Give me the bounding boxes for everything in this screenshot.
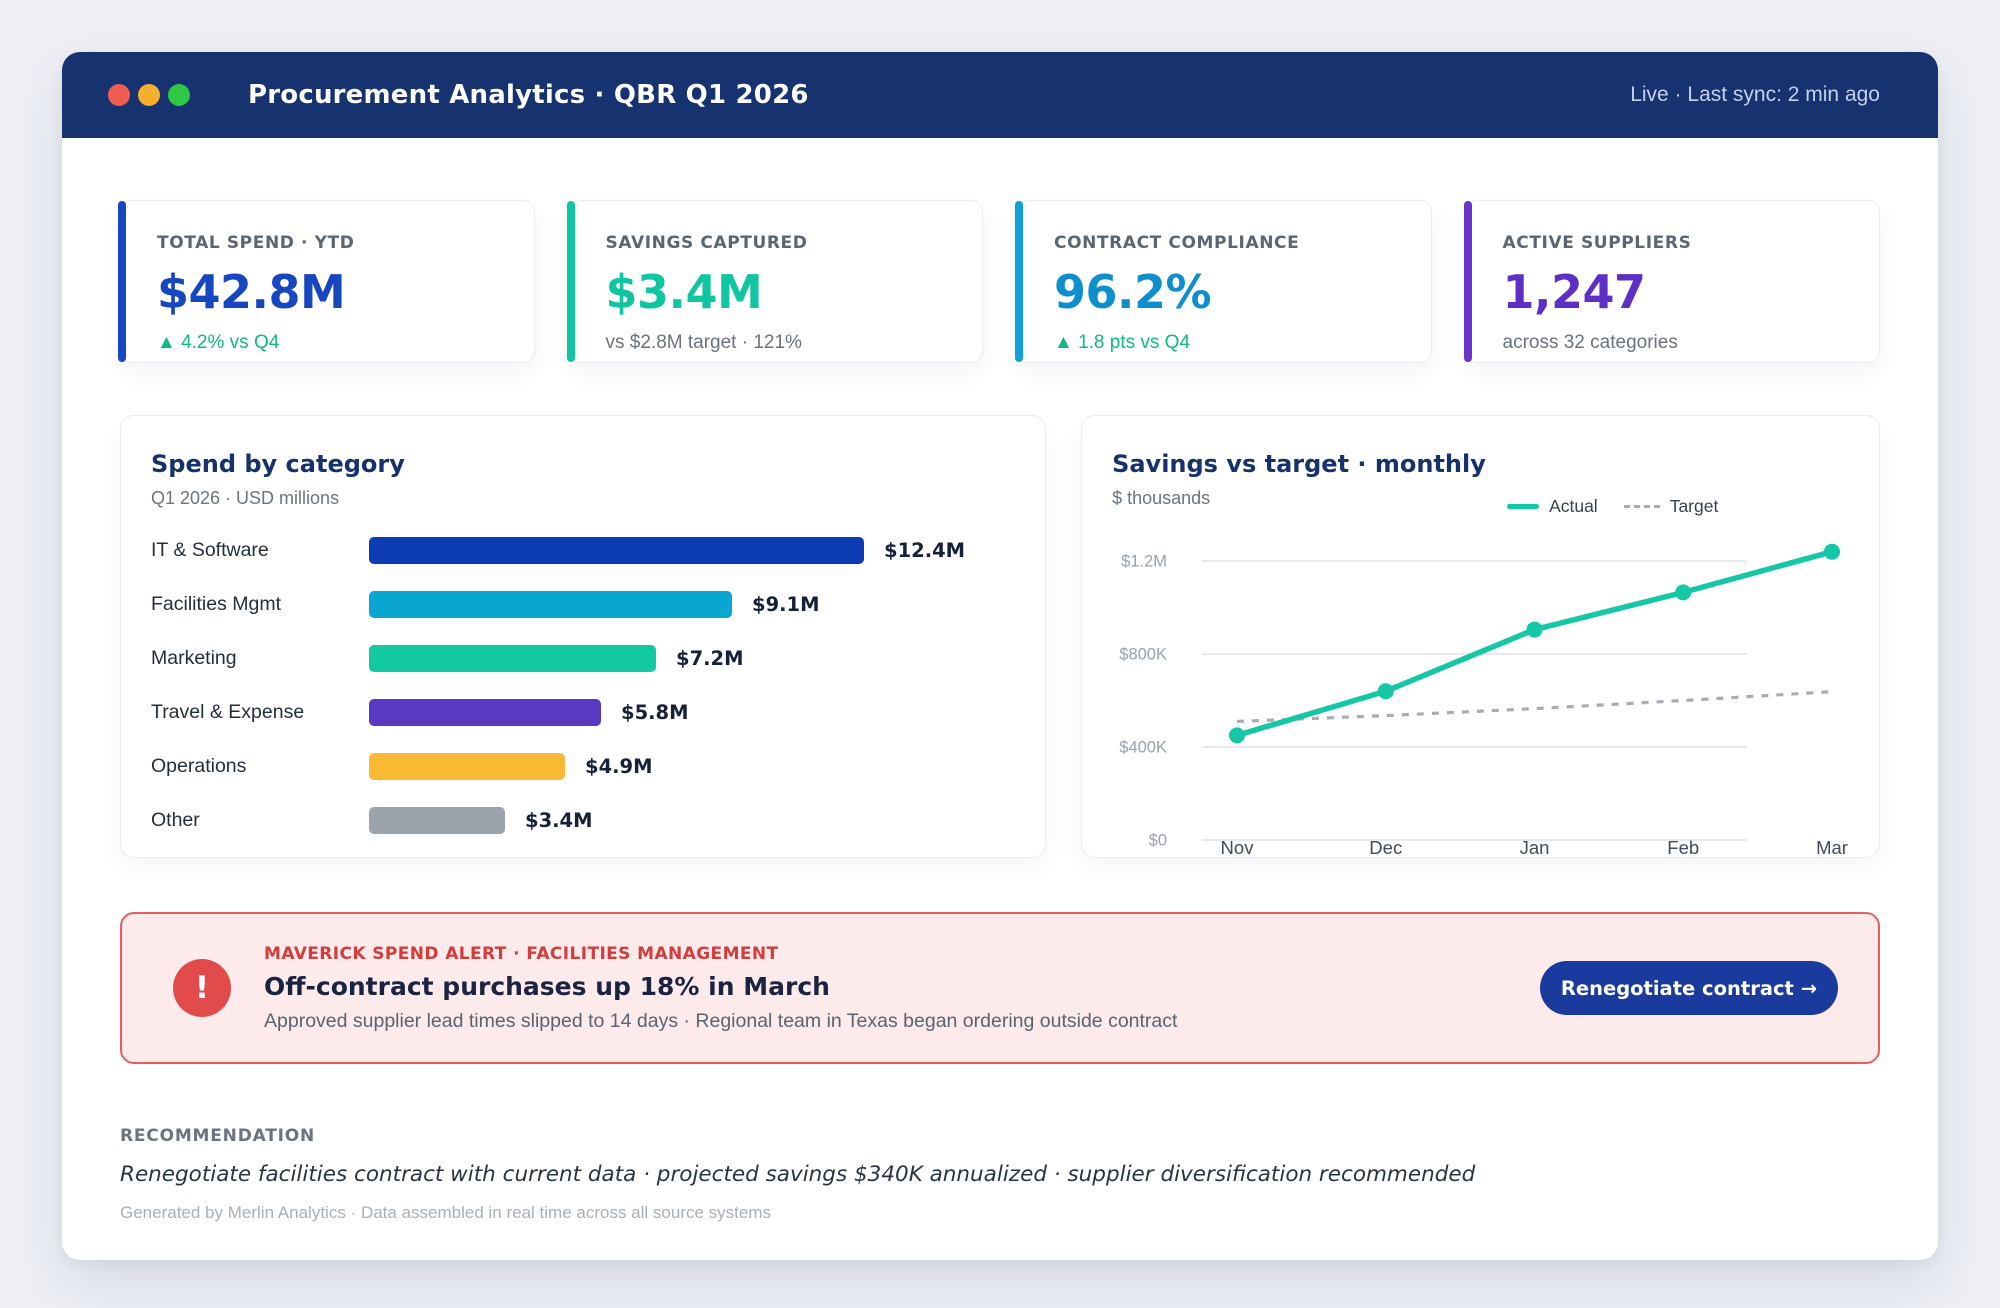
y-axis-label: $400K <box>1119 739 1167 757</box>
bar-row: Other $3.4M <box>151 793 1015 847</box>
kpi-card-1: TOTAL SPEND · YTD $42.8M ▲ 4.2% vs Q4 <box>120 200 535 363</box>
kpi-row: TOTAL SPEND · YTD $42.8M ▲ 4.2% vs Q4 SAVIN… <box>120 200 1880 363</box>
kpi-accent-bar <box>1464 201 1472 362</box>
x-axis-label: Jan <box>1520 837 1550 858</box>
x-axis-label: Mar <box>1816 837 1848 858</box>
x-axis-label: Feb <box>1667 837 1699 858</box>
alert-banner: ! MAVERICK SPEND ALERT · FACILITIES MANA… <box>120 912 1880 1064</box>
bar-value-label: $3.4M <box>525 809 593 832</box>
kpi-value: 96.2% <box>1054 265 1397 319</box>
title-bar: Procurement Analytics · QBR Q1 2026 Live… <box>62 52 1938 138</box>
kpi-delta: across 32 categories <box>1503 332 1846 354</box>
bar-row: Travel & Expense $5.8M <box>151 685 1015 739</box>
bar-row: Facilities Mgmt $9.1M <box>151 577 1015 631</box>
bar-category-label: Other <box>151 809 369 832</box>
bar-category-label: IT & Software <box>151 539 369 562</box>
kpi-card-3: CONTRACT COMPLIANCE 96.2% ▲ 1.8 pts vs Q4 <box>1017 200 1432 363</box>
y-axis-label: $800K <box>1119 646 1167 664</box>
kpi-accent-bar <box>1015 201 1023 362</box>
maximize-window-icon[interactable] <box>168 84 190 106</box>
recommendation-section: RECOMMENDATION Renegotiate facilities co… <box>120 1126 1880 1223</box>
alert-icon: ! <box>173 959 231 1017</box>
alert-texts: MAVERICK SPEND ALERT · FACILITIES MANAGE… <box>264 944 1177 1033</box>
kpi-accent-bar <box>567 201 575 362</box>
bar-chart: IT & Software $12.4M Facilities Mgmt $9.1M M… <box>151 523 1015 847</box>
spend-by-category-panel: Spend by category Q1 2026 · USD millions… <box>120 415 1046 858</box>
app-window: Procurement Analytics · QBR Q1 2026 Live… <box>62 52 1938 1260</box>
kpi-delta: ▲ 1.8 pts vs Q4 <box>1054 332 1397 354</box>
kpi-card-2: SAVINGS CAPTURED $3.4M vs $2.8M target · 1… <box>569 200 984 363</box>
window-controls <box>108 84 190 106</box>
alert-kicker: MAVERICK SPEND ALERT · FACILITIES MANAGE… <box>264 944 1177 964</box>
x-axis-label: Dec <box>1369 837 1402 858</box>
data-point-jan <box>1527 622 1543 638</box>
kpi-delta: ▲ 4.2% vs Q4 <box>157 332 500 354</box>
kpi-card-4: ACTIVE SUPPLIERS 1,247 across 32 categorie… <box>1466 200 1881 363</box>
kpi-accent-bar <box>118 201 126 362</box>
bar-row: IT & Software $12.4M <box>151 523 1015 577</box>
bar-value-label: $7.2M <box>676 647 744 670</box>
bar <box>369 645 656 672</box>
data-point-feb <box>1675 584 1691 600</box>
bar <box>369 591 732 618</box>
data-point-dec <box>1378 683 1394 699</box>
bar-value-label: $9.1M <box>752 593 820 616</box>
recommendation-label: RECOMMENDATION <box>120 1126 1880 1146</box>
y-axis-label: $1.2M <box>1121 553 1167 571</box>
sync-status: Live · Last sync: 2 min ago <box>1630 83 1880 107</box>
bar <box>369 753 565 780</box>
kpi-label: ACTIVE SUPPLIERS <box>1503 233 1846 253</box>
data-point-nov <box>1229 727 1245 743</box>
alert-detail: Approved supplier lead times slipped to … <box>264 1010 1177 1033</box>
kpi-label: CONTRACT COMPLIANCE <box>1054 233 1397 253</box>
minimize-window-icon[interactable] <box>138 84 160 106</box>
x-axis-label: Nov <box>1221 837 1255 858</box>
bar-value-label: $12.4M <box>884 539 965 562</box>
bar-category-label: Facilities Mgmt <box>151 593 369 616</box>
bar-row: Marketing $7.2M <box>151 631 1015 685</box>
actual-line <box>1237 552 1832 736</box>
recommendation-footnote: Generated by Merlin Analytics · Data ass… <box>120 1203 1880 1223</box>
y-axis-label: $0 <box>1149 832 1167 850</box>
alert-headline: Off-contract purchases up 18% in March <box>264 972 1177 1001</box>
charts-row: Spend by category Q1 2026 · USD millions… <box>120 415 1880 858</box>
kpi-value: $42.8M <box>157 265 500 319</box>
bar-value-label: $5.8M <box>621 701 689 724</box>
kpi-delta: vs $2.8M target · 121% <box>606 332 949 354</box>
bar <box>369 699 601 726</box>
bar-category-label: Operations <box>151 755 369 778</box>
page-title: Procurement Analytics · QBR Q1 2026 <box>248 80 809 110</box>
renegotiate-contract-button[interactable]: Renegotiate contract → <box>1540 961 1838 1015</box>
dashboard-content: TOTAL SPEND · YTD $42.8M ▲ 4.2% vs Q4 SAVIN… <box>62 200 1938 1223</box>
close-window-icon[interactable] <box>108 84 130 106</box>
bar-chart-title: Spend by category <box>151 450 1015 478</box>
bar-value-label: $4.9M <box>585 755 653 778</box>
savings-vs-target-panel: Savings vs target · monthly $ thousands … <box>1081 415 1880 858</box>
line-chart: $0 $400K $800K $1.2M Nov Dec Jan Feb Mar <box>1082 416 1880 859</box>
kpi-value: $3.4M <box>606 265 949 319</box>
bar-category-label: Travel & Expense <box>151 701 369 724</box>
kpi-label: TOTAL SPEND · YTD <box>157 233 500 253</box>
recommendation-text: Renegotiate facilities contract with cur… <box>120 1162 1880 1187</box>
bar <box>369 537 864 564</box>
kpi-value: 1,247 <box>1503 265 1846 319</box>
bar <box>369 807 505 834</box>
bar-chart-subtitle: Q1 2026 · USD millions <box>151 488 1015 509</box>
bar-category-label: Marketing <box>151 647 369 670</box>
kpi-label: SAVINGS CAPTURED <box>606 233 949 253</box>
data-point-mar <box>1824 544 1840 560</box>
bar-row: Operations $4.9M <box>151 739 1015 793</box>
